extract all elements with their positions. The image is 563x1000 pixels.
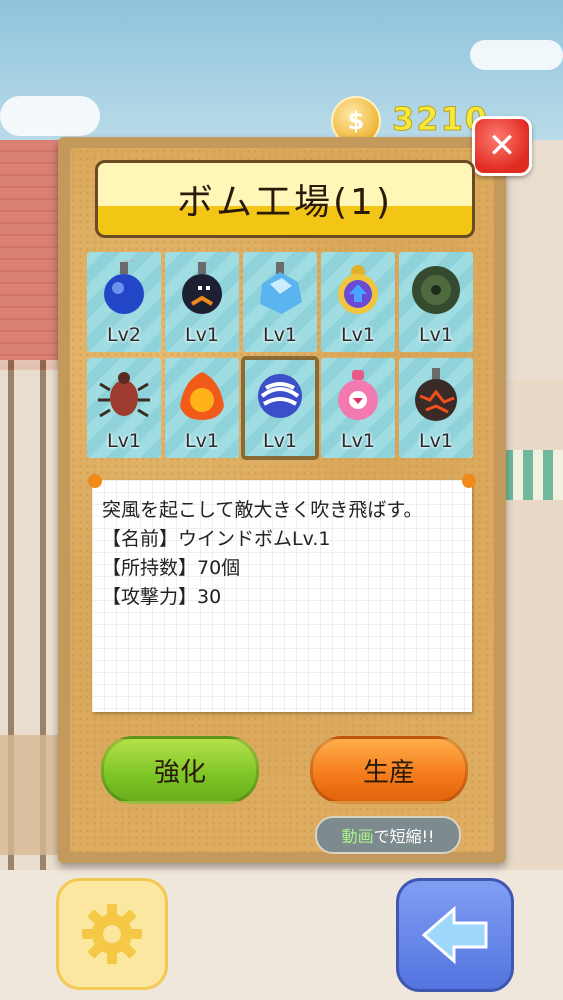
upgrade-button[interactable]: 強化 — [101, 736, 259, 804]
bomb-slot-ice[interactable]: Lv1 — [243, 252, 317, 352]
ice-bomb-icon — [260, 262, 302, 314]
video-label-highlight: 動画 — [341, 827, 374, 846]
bomb-detail-note: 突風を起こして敵大きく吹き飛ばす。 【名前】ウインドボムLv.1 【所持数】70… — [88, 474, 476, 712]
settings-button[interactable] — [56, 878, 168, 990]
bomb-level: Lv1 — [185, 430, 219, 452]
bomb-level: Lv1 — [263, 430, 297, 452]
watch-video-shorten-button[interactable]: 動画 で短縮!! — [315, 816, 461, 854]
back-arrow-icon — [421, 905, 488, 965]
dialog-title: ボム工場(1) — [177, 182, 393, 223]
fire-bomb-icon — [180, 372, 224, 420]
bug-bomb-icon — [98, 372, 150, 418]
bomb-slot-arrow[interactable]: Lv1 — [321, 252, 395, 352]
bomb-slot-wind[interactable]: Lv1 — [241, 356, 319, 460]
bomb-attack: 【攻撃力】30 — [102, 586, 222, 608]
green-mine-icon — [412, 266, 460, 314]
magma-bomb-icon — [415, 368, 457, 421]
close-icon: ✕ — [487, 126, 517, 166]
bomb-slot-bug[interactable]: Lv1 — [87, 358, 161, 458]
bomb-slot-pink[interactable]: Lv1 — [321, 358, 395, 458]
bomb-level: Lv1 — [263, 324, 297, 346]
background-crate — [0, 735, 60, 855]
bomb-level: Lv1 — [341, 324, 375, 346]
wind-bomb-icon — [258, 374, 302, 418]
background-awning — [503, 450, 563, 500]
upgrade-label: 強化 — [153, 757, 206, 788]
bomb-slot-magma[interactable]: Lv1 — [399, 358, 473, 458]
pin-icon — [88, 474, 102, 488]
bomb-level: Lv1 — [419, 324, 453, 346]
back-button[interactable] — [396, 878, 514, 992]
bomb-description: 突風を起こして敵大きく吹き飛ばす。 — [102, 499, 423, 521]
coin-symbol: $ — [347, 107, 365, 135]
produce-button[interactable]: 生産 — [310, 736, 468, 804]
bomb-level: Lv2 — [107, 324, 141, 346]
bomb-count: 【所持数】70個 — [102, 557, 241, 579]
bomb-slot-mine[interactable]: Lv1 — [399, 252, 473, 352]
produce-label: 生産 — [362, 757, 415, 788]
dialog-title-plate: ボム工場(1) — [95, 160, 475, 238]
bomb-name: 【名前】ウインドボムLv.1 — [102, 528, 331, 550]
bomb-level: Lv1 — [341, 430, 375, 452]
black-bomb-icon — [182, 262, 222, 314]
bomb-slot-blue[interactable]: Lv2 — [87, 252, 161, 352]
blue-bomb-icon — [104, 260, 144, 314]
bomb-level: Lv1 — [419, 430, 453, 452]
bomb-grid: Lv2 Lv1 Lv1 Lv1 Lv1 Lv1 Lv1 Lv1 Lv1 Lv1 — [85, 252, 479, 464]
bomb-slot-fire[interactable]: Lv1 — [165, 358, 239, 458]
bomb-level: Lv1 — [107, 430, 141, 452]
arrow-bomb-icon — [338, 265, 378, 314]
gear-icon — [82, 904, 142, 964]
video-label: で短縮!! — [373, 827, 435, 846]
pin-icon — [462, 474, 476, 488]
bomb-level: Lv1 — [185, 324, 219, 346]
close-button[interactable]: ✕ — [472, 116, 532, 176]
bomb-slot-black[interactable]: Lv1 — [165, 252, 239, 352]
pink-bomb-icon — [338, 370, 378, 420]
